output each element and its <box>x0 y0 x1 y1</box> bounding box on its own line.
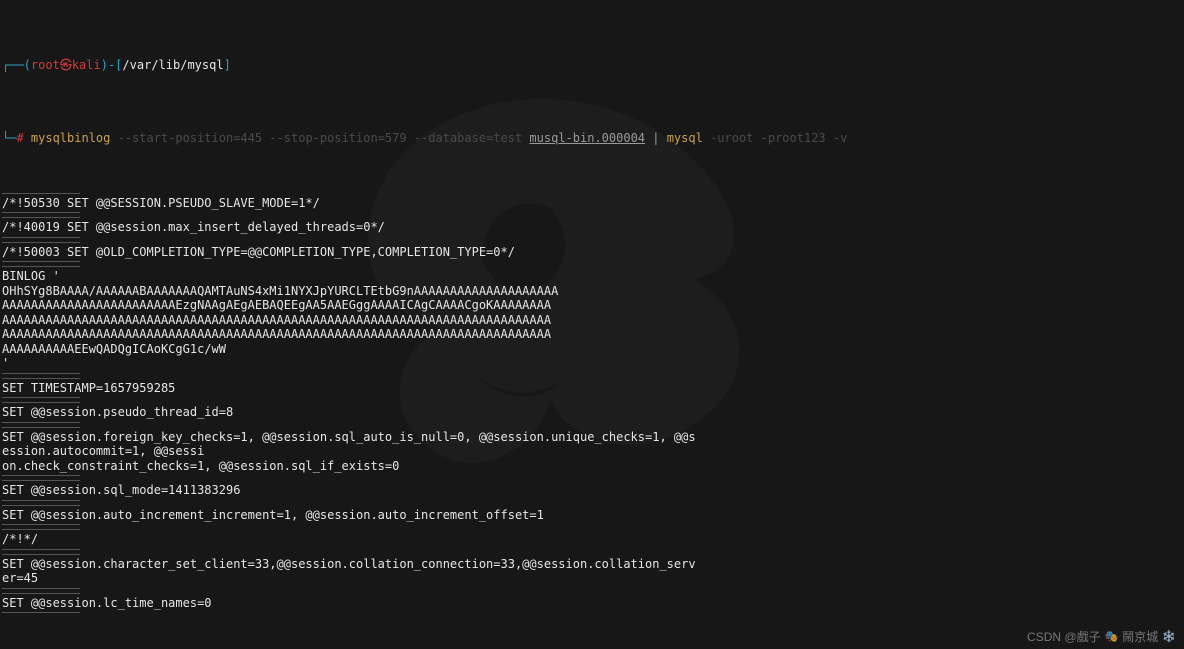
divider <box>2 266 80 267</box>
divider <box>2 505 80 506</box>
divider <box>2 217 80 218</box>
output-block: SET @@session.lc_time_names=0 <box>2 593 1182 614</box>
prompt-host: kali <box>72 58 101 72</box>
terminal[interactable]: ┌──(root㉿kali)-[/var/lib/mysql] └─# mysq… <box>0 0 1184 630</box>
output-text: SET @@session.foreign_key_checks=1, @@se… <box>2 430 702 474</box>
divider <box>2 593 80 594</box>
output-block: /*!50530 SET @@SESSION.PSEUDO_SLAVE_MODE… <box>2 193 1182 214</box>
divider <box>2 529 80 530</box>
divider <box>2 427 80 428</box>
output-text: /*!50530 SET @@SESSION.PSEUDO_SLAVE_MODE… <box>2 196 702 211</box>
divider <box>2 237 80 238</box>
output-block: SET @@session.sql_mode=1411383296 <box>2 480 1182 501</box>
divider <box>2 554 80 555</box>
divider <box>2 378 80 379</box>
output-text: BINLOG ' OHhSYg8BAAAA/AAAAAABAAAAAAAQAMT… <box>2 269 702 371</box>
divider <box>2 480 80 481</box>
cmd-mysql: mysql <box>667 131 703 145</box>
output-text: SET @@session.character_set_client=33,@@… <box>2 557 702 586</box>
cmd-binfile: musql-bin.000004 <box>529 131 645 145</box>
output-text: SET @@session.sql_mode=1411383296 <box>2 483 702 498</box>
csdn-watermark: CSDN @戲子 🎭 鬧京城 ❄️ <box>1027 628 1176 645</box>
output-text: SET @@session.pseudo_thread_id=8 <box>2 405 702 420</box>
prompt-cwd: /var/lib/mysql <box>122 58 223 72</box>
mask-icon: 🎭 <box>1105 630 1119 643</box>
divider <box>2 500 80 501</box>
output-text: /*!40019 SET @@session.max_insert_delaye… <box>2 220 702 235</box>
divider <box>2 475 80 476</box>
prompt-line-1: ┌──(root㉿kali)-[/var/lib/mysql] <box>2 44 1182 73</box>
output-text: /*!*/ <box>2 532 702 547</box>
divider <box>2 193 80 194</box>
cmd-args2: -uroot -proot123 -v <box>703 131 848 145</box>
output-text: SET @@session.auto_increment_increment=1… <box>2 508 702 523</box>
divider <box>2 612 80 613</box>
output-block: SET @@session.auto_increment_increment=1… <box>2 505 1182 526</box>
prompt-end: ] <box>224 58 231 72</box>
divider <box>2 261 80 262</box>
output-block: BINLOG ' OHhSYg8BAAAA/AAAAAABAAAAAAAQAMT… <box>2 266 1182 374</box>
watermark-left: CSDN @戲子 <box>1027 628 1101 645</box>
prompt-user: root <box>31 58 60 72</box>
divider <box>2 397 80 398</box>
output-block: SET @@session.pseudo_thread_id=8 <box>2 402 1182 423</box>
output-block: SET TIMESTAMP=1657959285 <box>2 378 1182 399</box>
divider <box>2 422 80 423</box>
output-block: /*!*/ <box>2 529 1182 550</box>
divider <box>2 402 80 403</box>
watermark-right: 鬧京城 <box>1122 628 1158 645</box>
divider <box>2 549 80 550</box>
divider <box>2 588 80 589</box>
output-block: SET @@session.foreign_key_checks=1, @@se… <box>2 427 1182 477</box>
prompt-at: ㉿ <box>60 58 72 72</box>
prompt-line-2: └─# mysqlbinlog --start-position=445 --s… <box>2 116 1182 145</box>
prompt-hash: # <box>16 131 23 145</box>
output-text: SET TIMESTAMP=1657959285 <box>2 381 702 396</box>
output-text: SET @@session.lc_time_names=0 <box>2 596 702 611</box>
prompt-l2: └─ <box>2 131 16 145</box>
snow-icon: ❄️ <box>1162 630 1176 643</box>
output-block: SET @@session.character_set_client=33,@@… <box>2 554 1182 589</box>
divider <box>2 242 80 243</box>
output-text: /*!50003 SET @OLD_COMPLETION_TYPE=@@COMP… <box>2 245 702 260</box>
divider <box>2 524 80 525</box>
divider <box>2 373 80 374</box>
cmd-pipe: | <box>645 131 667 145</box>
output-block: /*!50003 SET @OLD_COMPLETION_TYPE=@@COMP… <box>2 242 1182 263</box>
prompt-open: ┌──( <box>2 58 31 72</box>
cmd-args1: --start-position=445 --stop-position=579… <box>110 131 529 145</box>
cmd-bin: mysqlbinlog <box>24 131 111 145</box>
output-block: /*!40019 SET @@session.max_insert_delaye… <box>2 217 1182 238</box>
divider <box>2 212 80 213</box>
prompt-close: )-[ <box>101 58 123 72</box>
